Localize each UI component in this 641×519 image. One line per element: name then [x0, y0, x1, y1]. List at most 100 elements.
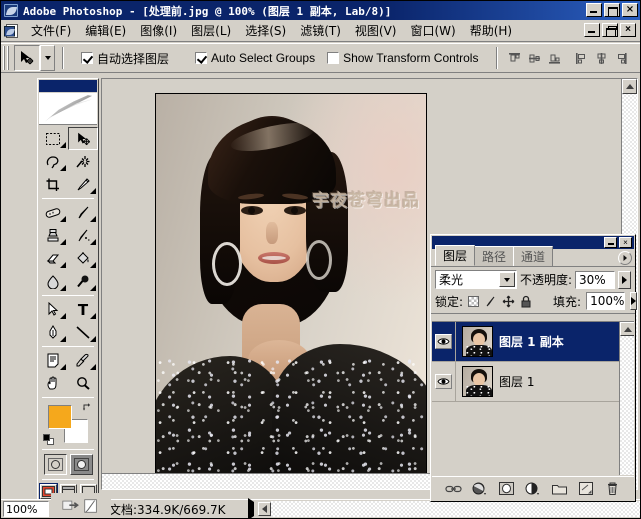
show-transform-controls-checkbox[interactable]: Show Transform Controls	[327, 51, 478, 65]
eraser-tool[interactable]	[38, 247, 68, 270]
eyedropper-tool[interactable]	[68, 349, 98, 372]
minimize-button[interactable]	[586, 3, 602, 17]
align-right-edges-icon[interactable]	[612, 49, 631, 67]
add-layer-mask-icon[interactable]	[497, 481, 515, 497]
tool-preset-dropdown[interactable]	[40, 45, 55, 71]
tab-paths[interactable]: 路径	[474, 246, 515, 266]
opacity-input[interactable]: 30%	[575, 270, 615, 289]
delete-layer-icon[interactable]	[604, 481, 622, 497]
hand-tool[interactable]	[38, 372, 68, 395]
jump-to-imageready-icon[interactable]	[62, 498, 80, 514]
checkbox-icon	[81, 52, 93, 64]
fill-slider-button[interactable]	[630, 292, 638, 310]
status-scroll-left-button[interactable]	[257, 502, 271, 516]
move-tool[interactable]	[68, 127, 98, 150]
fill-input[interactable]: 100%	[586, 292, 626, 310]
tab-channels[interactable]: 通道	[513, 246, 554, 266]
align-bottom-edges-icon[interactable]	[545, 49, 564, 67]
image-canvas[interactable]: 宇夜苍穹出品	[155, 93, 427, 485]
lasso-tool[interactable]	[38, 150, 68, 173]
options-bar-grip[interactable]	[3, 46, 11, 70]
layer-name[interactable]: 图层 1	[499, 373, 534, 390]
scroll-up-button[interactable]	[622, 79, 637, 94]
eye-icon[interactable]	[435, 374, 452, 389]
line-shape-tool[interactable]	[68, 321, 98, 344]
swap-colors-icon[interactable]	[82, 402, 92, 412]
layer-visibility-cell[interactable]	[432, 361, 456, 402]
status-expand-arrow[interactable]	[247, 498, 254, 518]
menu-select[interactable]: 选择(S)	[238, 20, 293, 41]
opacity-slider-button[interactable]	[617, 270, 631, 289]
doc-restore-button[interactable]	[602, 23, 618, 37]
brush-tool[interactable]	[68, 201, 98, 224]
eye-icon[interactable]	[435, 334, 452, 349]
path-selection-tool[interactable]	[38, 298, 68, 321]
jump-to-app-icon[interactable]	[82, 498, 100, 514]
document-icon[interactable]	[4, 23, 21, 39]
zoom-level-input[interactable]: 100%	[3, 501, 49, 517]
add-layer-style-icon[interactable]	[471, 481, 489, 497]
layer-thumbnail[interactable]	[462, 366, 493, 397]
auto-select-layer-checkbox[interactable]: 自动选择图层	[81, 50, 169, 67]
align-left-edges-icon[interactable]	[572, 49, 591, 67]
palette-menu-icon[interactable]	[618, 251, 632, 265]
magic-wand-tool[interactable]	[68, 150, 98, 173]
palette-minimize-button[interactable]	[604, 237, 617, 248]
align-horizontal-centers-icon[interactable]	[592, 49, 611, 67]
foreground-color-swatch[interactable]	[48, 405, 72, 429]
menu-help[interactable]: 帮助(H)	[463, 20, 519, 41]
marquee-tool[interactable]	[38, 127, 68, 150]
menu-file[interactable]: 文件(F)	[24, 20, 78, 41]
menu-layer[interactable]: 图层(L)	[184, 20, 238, 41]
menu-image[interactable]: 图像(I)	[133, 20, 184, 41]
layer-row[interactable]: 图层 1 副本	[432, 322, 634, 362]
palette-close-button[interactable]: ×	[619, 237, 632, 248]
new-layer-icon[interactable]	[577, 481, 595, 497]
quick-mask-mode-button[interactable]	[69, 454, 93, 475]
toolbox: T	[37, 78, 99, 512]
scroll-up-button[interactable]	[620, 322, 634, 336]
blur-tool[interactable]	[38, 270, 68, 293]
layer-name[interactable]: 图层 1 副本	[499, 333, 564, 350]
lock-all-icon[interactable]	[520, 294, 532, 309]
blend-mode-select[interactable]: 柔光	[435, 270, 517, 289]
layer-row[interactable]: 图层 1	[432, 361, 634, 402]
tab-layers[interactable]: 图层	[435, 245, 476, 266]
new-group-icon[interactable]	[551, 481, 569, 497]
notes-tool[interactable]	[38, 349, 68, 372]
menu-view[interactable]: 视图(V)	[348, 20, 404, 41]
close-button[interactable]: ×	[622, 3, 638, 17]
align-vertical-centers-icon[interactable]	[525, 49, 544, 67]
layers-scrollbar[interactable]	[619, 322, 634, 475]
doc-minimize-button[interactable]	[584, 23, 600, 37]
dodge-burn-tool[interactable]	[68, 270, 98, 293]
zoom-tool[interactable]	[68, 372, 98, 395]
standard-mode-button[interactable]	[43, 454, 67, 475]
align-top-edges-icon[interactable]	[505, 49, 524, 67]
menu-window[interactable]: 窗口(W)	[403, 20, 462, 41]
auto-select-groups-checkbox[interactable]: Auto Select Groups	[195, 51, 315, 65]
lock-transparent-pixels-icon[interactable]	[468, 294, 480, 309]
lock-position-icon[interactable]	[502, 294, 515, 309]
default-colors-icon[interactable]	[43, 434, 54, 445]
doc-close-button[interactable]: ×	[620, 23, 636, 37]
new-adjustment-layer-icon[interactable]	[524, 481, 542, 497]
menu-edit[interactable]: 编辑(E)	[78, 20, 133, 41]
menu-filter[interactable]: 滤镜(T)	[293, 20, 348, 41]
clone-stamp-tool[interactable]	[38, 224, 68, 247]
layer-visibility-cell[interactable]	[432, 322, 456, 362]
chevron-down-icon[interactable]	[498, 272, 515, 287]
history-brush-tool[interactable]	[68, 224, 98, 247]
pen-tool[interactable]	[38, 321, 68, 344]
toolbox-drag-bar[interactable]	[39, 80, 97, 92]
healing-brush-tool[interactable]	[38, 201, 68, 224]
layer-thumbnail[interactable]	[462, 326, 493, 357]
type-tool[interactable]: T	[68, 298, 98, 321]
link-layers-icon[interactable]	[444, 481, 462, 497]
slice-tool[interactable]	[68, 173, 98, 196]
maximize-button[interactable]	[604, 3, 620, 17]
crop-tool[interactable]	[38, 173, 68, 196]
move-tool-icon[interactable]	[14, 45, 40, 71]
lock-image-pixels-icon[interactable]	[484, 294, 497, 309]
gradient-paintbucket-tool[interactable]	[68, 247, 98, 270]
